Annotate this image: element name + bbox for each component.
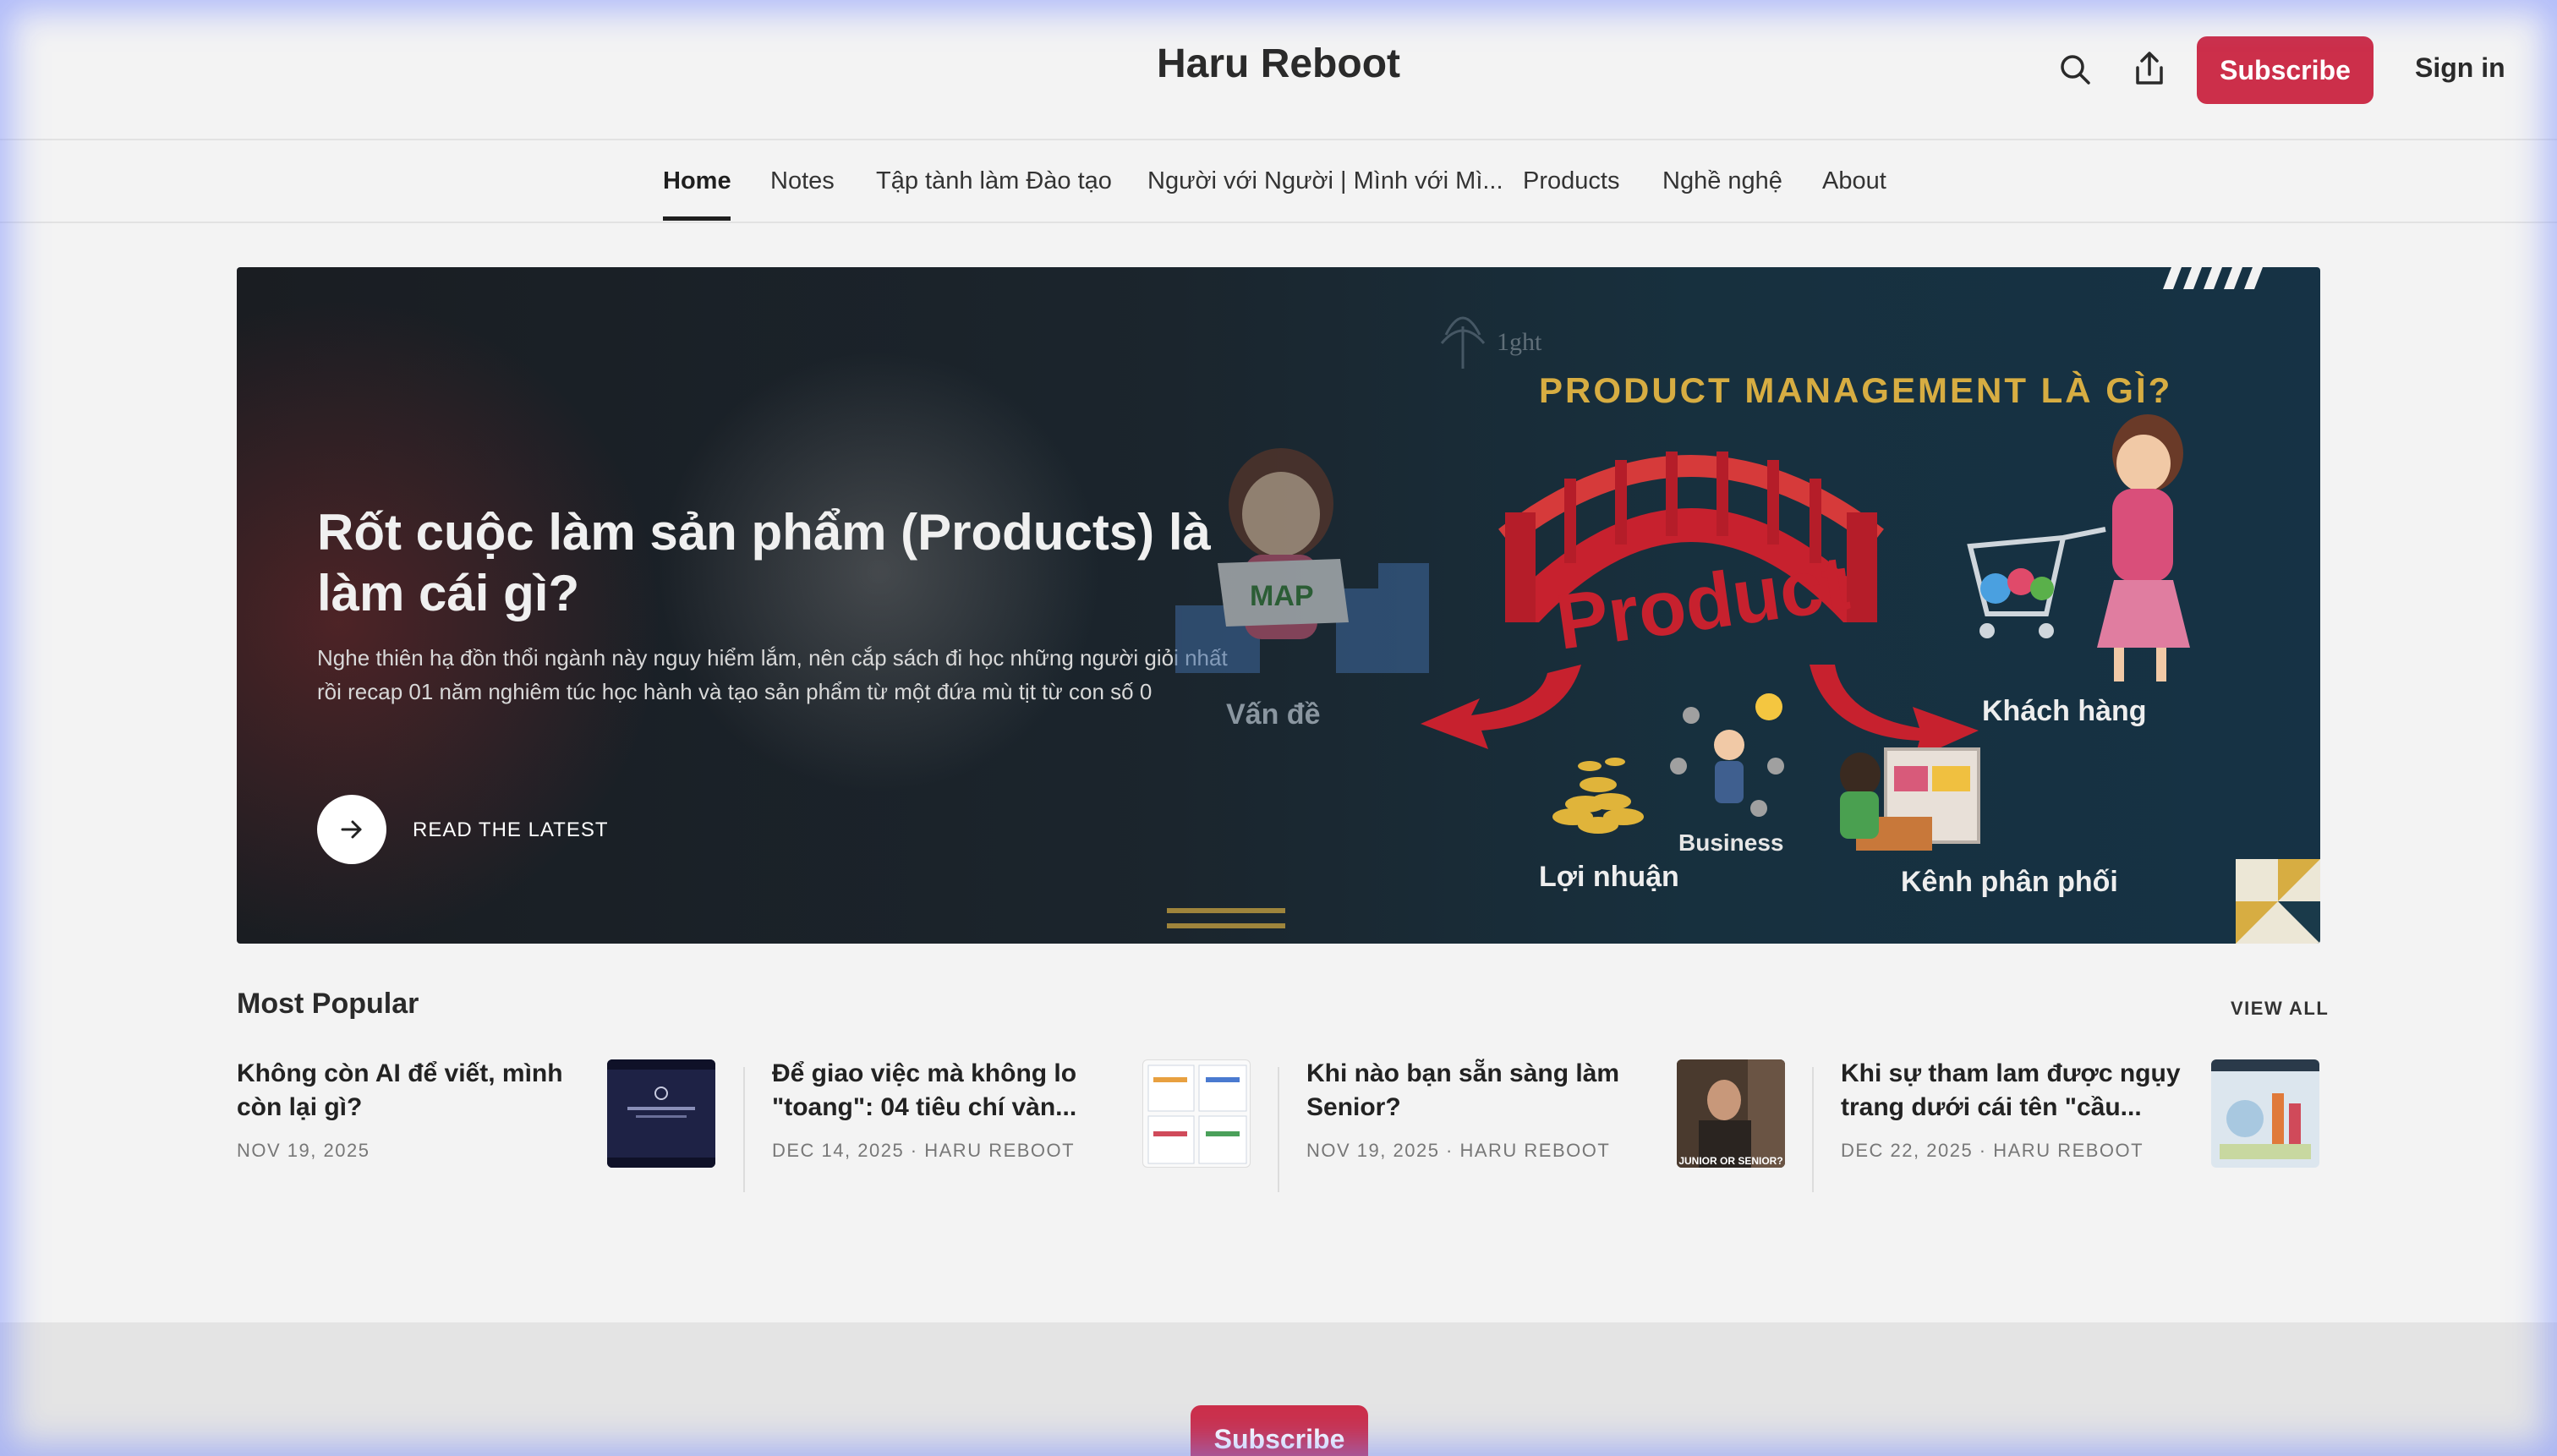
read-latest-button[interactable] (317, 795, 386, 864)
nav-item-career[interactable]: Nghề nghệ (1662, 167, 1782, 195)
card-divider (1278, 1067, 1279, 1192)
arrow-left-icon (1421, 665, 1581, 749)
girl-with-map-illustration: MAP (1175, 448, 1429, 673)
nav-item-training[interactable]: Tập tành làm Đào tạo (876, 167, 1112, 195)
subscribe-button[interactable]: Subscribe (2197, 36, 2374, 104)
sign-in-link[interactable]: Sign in (2415, 52, 2505, 84)
hero-illustration: 1ght PRODUCT MANAGEMENT LÀ GÌ? MAP Vấn đ… (1167, 267, 2320, 944)
label-profit: Lợi nhuận (1539, 861, 1679, 893)
nav-item-people[interactable]: Người với Người | Mình với Mì... (1147, 167, 1503, 195)
shopper-illustration (1967, 414, 2190, 681)
nav-item-products[interactable]: Products (1523, 167, 1619, 195)
footer-subscribe-button[interactable]: Subscribe (1191, 1405, 1368, 1456)
post-title[interactable]: Để giao việc mà không lo "toang": 04 tiê… (772, 1057, 1127, 1125)
view-all-link[interactable]: VIEW ALL (2231, 998, 2329, 1020)
nav-item-notes[interactable]: Notes (770, 167, 835, 195)
post-thumbnail[interactable] (607, 1059, 715, 1168)
brand-logo-text: 1ght (1497, 328, 1542, 356)
art-heading: PRODUCT MANAGEMENT LÀ GÌ? (1539, 370, 2172, 410)
search-icon[interactable] (2050, 44, 2100, 95)
post-thumbnail[interactable]: JUNIOR OR SENIOR? (1677, 1059, 1785, 1168)
popular-post-card[interactable]: Để giao việc mà không lo "toang": 04 tiê… (772, 1057, 1279, 1192)
label-problem: Vấn đề (1226, 698, 1320, 731)
section-nav: Home Notes Tập tành làm Đào tạo Người vớ… (0, 142, 2557, 223)
distribution-illustration (1840, 747, 1980, 851)
corner-pattern-decoration (2236, 859, 2320, 944)
hero-title[interactable]: Rốt cuộc làm sản phẩm (Products) là làm … (317, 502, 1230, 624)
post-thumbnail[interactable] (2211, 1059, 2319, 1168)
active-tab-indicator (663, 216, 731, 221)
label-customer: Khách hàng (1982, 695, 2147, 727)
popular-post-card[interactable]: Khi nào bạn sẵn sàng làm Senior? NOV 19,… (1306, 1057, 1814, 1192)
post-meta: NOV 19, 2025 · HARU REBOOT (1306, 1140, 1611, 1161)
stripe-bottom-decoration (1167, 908, 1285, 928)
top-bar: Haru Reboot Subscribe Sign in (0, 0, 2557, 140)
hero-description: Nghe thiên hạ đồn thổi ngành này nguy hi… (317, 645, 1228, 704)
thumbnail-caption: JUNIOR OR SENIOR? (1678, 1155, 1782, 1167)
post-thumbnail[interactable] (1142, 1059, 1251, 1168)
business-person-illustration (1670, 693, 1784, 817)
svg-text:MAP: MAP (1250, 580, 1314, 612)
card-divider (1812, 1067, 1814, 1192)
hero-banner[interactable]: Rốt cuộc làm sản phẩm (Products) là làm … (237, 267, 2320, 944)
post-title[interactable]: Khi sự tham lam được ngụy trang dưới cái… (1841, 1057, 2196, 1125)
stripe-decoration (2163, 267, 2263, 289)
label-channel: Kênh phân phối (1901, 866, 2118, 898)
label-business: Business (1678, 829, 1784, 856)
most-popular-heading: Most Popular (237, 988, 419, 1020)
post-meta: NOV 19, 2025 (237, 1140, 370, 1161)
arrow-right-icon (341, 820, 362, 839)
post-title[interactable]: Khi nào bạn sẵn sàng làm Senior? (1306, 1057, 1662, 1125)
popular-post-card[interactable]: Khi sự tham lam được ngụy trang dưới cái… (1841, 1057, 2348, 1192)
coins-illustration (1552, 758, 1644, 834)
nav-item-about[interactable]: About (1822, 167, 1886, 195)
arrow-right-red-icon (1810, 665, 1979, 759)
bridge-illustration: Product (1498, 452, 1884, 666)
post-meta: DEC 22, 2025 · HARU REBOOT (1841, 1140, 2144, 1161)
card-divider (743, 1067, 745, 1192)
read-latest-label[interactable]: READ THE LATEST (413, 818, 609, 842)
share-icon[interactable] (2124, 44, 2175, 95)
tree-logo-icon (1440, 316, 1486, 369)
post-title[interactable]: Không còn AI để viết, mình còn lại gì? (237, 1057, 592, 1125)
popular-post-card[interactable]: Không còn AI để viết, mình còn lại gì? N… (237, 1057, 744, 1192)
post-meta: DEC 14, 2025 · HARU REBOOT (772, 1140, 1076, 1161)
nav-item-home[interactable]: Home (663, 167, 731, 195)
